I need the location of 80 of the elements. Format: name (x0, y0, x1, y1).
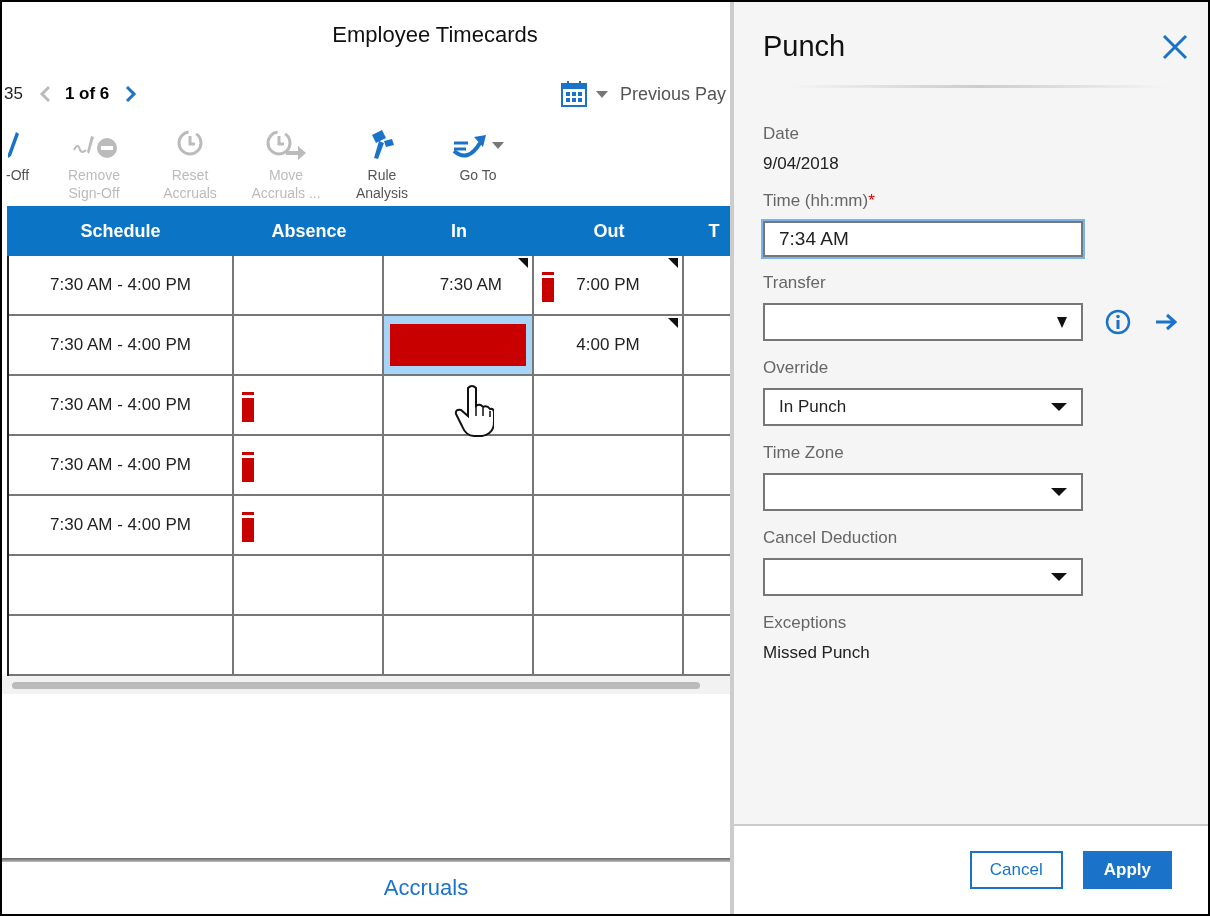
chevron-left-icon (38, 85, 51, 103)
table-cell[interactable]: 4:00 PM (534, 316, 684, 376)
table-cell[interactable] (9, 556, 234, 616)
field-value: Missed Punch (763, 643, 871, 663)
table-cell[interactable] (234, 496, 384, 556)
field-label: Date (763, 124, 800, 144)
table-cell[interactable] (534, 436, 684, 496)
arrow-right-icon (1155, 313, 1177, 331)
dropdown[interactable] (763, 303, 1083, 341)
table-cell[interactable]: 7:30 AM - 4:00 PM (9, 256, 234, 316)
chevron-right-icon (125, 85, 138, 103)
table-cell[interactable] (234, 376, 384, 436)
caret-icon (1051, 403, 1067, 411)
cancel-button[interactable]: Cancel (969, 851, 1063, 889)
table-cell[interactable]: 7:00 PM (534, 256, 684, 316)
navigate-button[interactable] (1155, 313, 1177, 331)
dropdown[interactable] (763, 558, 1083, 596)
table-cell[interactable] (534, 496, 684, 556)
field-value: 9/04/2018 (763, 154, 840, 174)
clock-arrow-icon (264, 129, 308, 161)
table-cell[interactable] (384, 316, 534, 376)
caret-icon (1051, 573, 1067, 581)
toolbar-button[interactable]: Rule Analysis (334, 128, 430, 206)
timeframe-label[interactable]: Previous Pay (619, 83, 726, 105)
panel-title: Punch (763, 30, 846, 63)
info-button[interactable] (1105, 309, 1131, 335)
pen-icon (6, 130, 20, 160)
hand-cursor-icon (454, 384, 494, 438)
cell-text: 7:30 AM - 4:00 PM (50, 455, 191, 475)
accruals-tab[interactable]: Accruals (383, 875, 469, 901)
caret-icon (492, 141, 504, 149)
field-label: Exceptions (763, 613, 848, 633)
column-header: T (707, 219, 721, 243)
table-cell[interactable] (234, 556, 384, 616)
table-cell[interactable] (384, 556, 534, 616)
column-header: In (450, 219, 468, 243)
cell-text: 7:30 AM - 4:00 PM (50, 395, 191, 415)
field-label: Time Zone (763, 443, 845, 463)
table-cell[interactable] (384, 496, 534, 556)
dropdown[interactable] (763, 473, 1083, 511)
cell-text: 7:30 AM - 4:00 PM (50, 275, 191, 295)
dropdown[interactable]: In Punch (763, 388, 1083, 426)
column-header: Out (592, 219, 626, 243)
info-icon (1105, 309, 1131, 335)
close-button[interactable] (1162, 33, 1188, 60)
table-cell[interactable] (534, 556, 684, 616)
caret-icon (1057, 316, 1067, 328)
field-label: Time (hh:mm) (763, 191, 869, 210)
record-count-text: 35 (4, 84, 23, 104)
table-cell[interactable]: 7:30 AM - 4:00 PM (9, 436, 234, 496)
page-title: Employee Timecards (332, 22, 538, 48)
cell-text: 7:30 AM - 4:00 PM (50, 335, 191, 355)
cell-text: 7:00 PM (576, 275, 640, 295)
caret-icon (1051, 488, 1067, 496)
field-label: Override (763, 358, 830, 378)
cell-text: 4:00 PM (576, 335, 640, 355)
toolbar-button[interactable]: -Off (6, 128, 46, 206)
apply-button[interactable]: Apply (1082, 851, 1172, 889)
column-header: Absence (270, 219, 348, 243)
table-cell[interactable] (534, 376, 684, 436)
next-button[interactable] (125, 85, 138, 103)
caret-icon (595, 90, 608, 98)
table-cell[interactable]: 7:30 AM - 4:00 PM (9, 316, 234, 376)
page-position: 1 of 6 (64, 84, 110, 104)
table-cell[interactable]: 7:30 AM - 4:00 PM (9, 376, 234, 436)
column-header: Schedule (79, 219, 162, 243)
calendar-icon (559, 80, 588, 108)
time-input[interactable]: 7:34 AM (763, 221, 1083, 257)
scrollbar-thumb[interactable] (12, 681, 700, 689)
field-label: Transfer (763, 273, 827, 293)
close-icon (1162, 33, 1188, 60)
table-cell[interactable] (234, 256, 384, 316)
table-cell[interactable]: 7:30 AM - 4:00 PM (9, 496, 234, 556)
toolbar-button[interactable]: Go To (430, 128, 526, 206)
table-cell[interactable] (234, 436, 384, 496)
cell-text: 7:30 AM - 4:00 PM (50, 515, 191, 535)
required-mark: * (868, 191, 875, 210)
field-label: Cancel Deduction (763, 528, 899, 548)
calendar-button[interactable] (559, 80, 608, 108)
cell-text: 7:30 AM (439, 275, 502, 295)
